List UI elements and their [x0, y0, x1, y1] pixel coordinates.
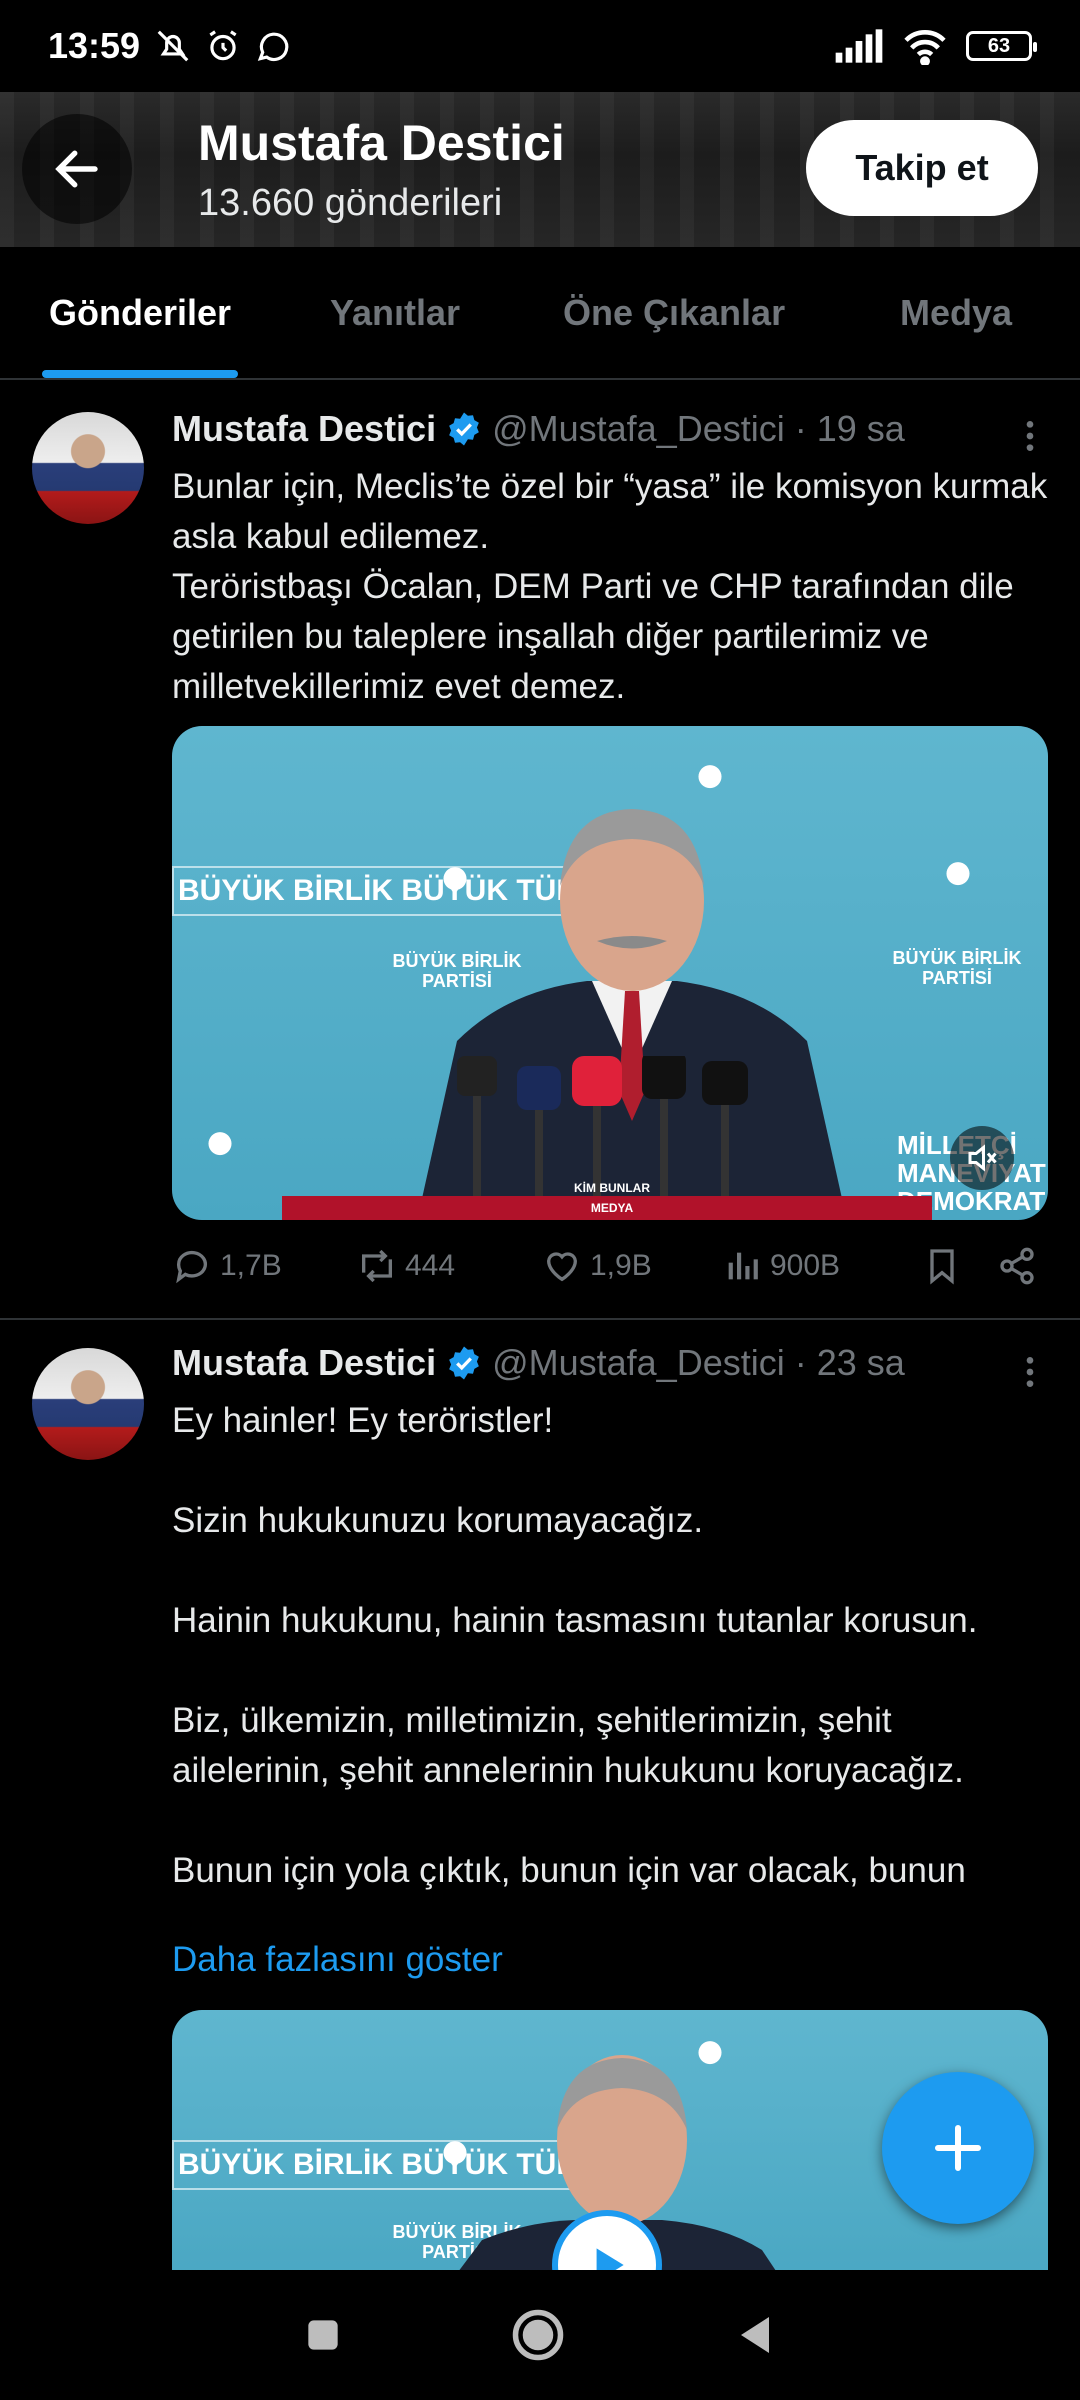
podium-label: KİM BUNLAR MEDYA — [574, 1181, 650, 1215]
wifi-icon — [904, 30, 946, 65]
reply-count: 1,7B — [220, 1249, 282, 1282]
heart-icon — [546, 1252, 578, 1282]
author-handle[interactable]: @Mustafa_Destici — [492, 408, 785, 450]
like-count: 1,9B — [590, 1249, 652, 1282]
avatar[interactable] — [32, 1348, 144, 1460]
mute-video-button[interactable] — [950, 1126, 1014, 1190]
author-handle[interactable]: @Mustafa_Destici — [492, 1342, 785, 1384]
repost-count: 444 — [405, 1249, 456, 1282]
battery-icon: 63 — [966, 31, 1037, 61]
tweet-time: · 19 sa — [794, 408, 905, 449]
profile-header: Mustafa Destici 13.660 gönderileri Takip… — [0, 92, 1080, 247]
bookmark-button[interactable] — [922, 1246, 997, 1286]
reply-button[interactable]: 1,7B — [172, 1246, 357, 1286]
verified-badge-icon — [449, 412, 479, 446]
tab-replies-label: Yanıtlar — [330, 291, 461, 333]
profile-tabs: Gönderiler Yanıtlar Öne Çıkanlar Medya — [0, 247, 1080, 380]
tab-posts-label: Gönderiler — [48, 291, 232, 333]
tab-media[interactable]: Medya — [900, 247, 1012, 378]
home-icon[interactable] — [508, 2305, 568, 2365]
follow-button[interactable]: Takip et — [806, 120, 1038, 216]
active-tab-indicator — [42, 370, 238, 378]
compose-post-button[interactable] — [882, 2072, 1034, 2224]
tweet-header: Mustafa Destici @Mustafa_Destici · 23 sa — [172, 1342, 905, 1384]
like-button[interactable]: 1,9B — [542, 1246, 722, 1286]
party-logo-icon — [191, 1132, 249, 1179]
views-button[interactable]: 900B — [722, 1246, 922, 1286]
tweet-header: Mustafa Destici @Mustafa_Destici · 19 sa — [172, 408, 905, 450]
tab-media-label: Medya — [900, 291, 1013, 333]
recents-icon[interactable] — [301, 2313, 345, 2357]
tab-posts[interactable]: Gönderiler — [42, 247, 238, 378]
show-more-link[interactable]: Daha fazlasını göster — [172, 1940, 503, 1980]
share-button[interactable] — [997, 1246, 1037, 1286]
tab-highlights[interactable]: Öne Çıkanlar — [563, 247, 785, 378]
tweet[interactable]: Mustafa Destici @Mustafa_Destici · 19 sa… — [0, 380, 1080, 1318]
reply-icon — [176, 1250, 207, 1284]
post-count: 13.660 gönderileri — [198, 182, 503, 224]
tweet-text: Ey hainler! Ey teröristler! Sizin hukuku… — [172, 1401, 978, 1890]
battery-level: 63 — [987, 34, 1011, 57]
volume-mute-icon — [968, 1144, 997, 1172]
arrow-left-icon — [55, 150, 98, 188]
back-button[interactable] — [22, 114, 132, 224]
repost-icon — [362, 1249, 392, 1283]
more-options-icon[interactable] — [1010, 1352, 1050, 1392]
status-time: 13:59 — [48, 25, 141, 66]
tab-highlights-label: Öne Çıkanlar — [563, 291, 786, 333]
views-chart-icon — [728, 1252, 758, 1280]
tweet-text: Bunlar için, Meclis’te özel bir “yasa” i… — [172, 467, 1048, 706]
tab-replies[interactable]: Yanıtlar — [330, 247, 460, 378]
tweet-time: · 23 sa — [794, 1342, 905, 1383]
signal-icon — [835, 29, 883, 63]
party-logo-icon — [929, 862, 987, 909]
tweet-actions: 1,7B 444 1,9B 900B — [172, 1246, 1042, 1286]
view-count: 900B — [770, 1249, 841, 1282]
repost-button[interactable]: 444 — [357, 1246, 542, 1286]
share-icon — [1000, 1247, 1034, 1285]
more-options-icon[interactable] — [1010, 416, 1050, 456]
avatar[interactable] — [32, 412, 144, 524]
bookmark-icon — [930, 1249, 954, 1285]
status-bar: 13:59 63 — [0, 0, 1080, 92]
party-logo-text: BÜYÜK BİRLİK PARTİSİ — [892, 948, 1022, 988]
profile-name: Mustafa Destici — [198, 115, 565, 171]
author-name[interactable]: Mustafa Destici — [172, 1342, 436, 1384]
back-nav-icon[interactable] — [731, 2311, 779, 2359]
author-name[interactable]: Mustafa Destici — [172, 408, 436, 450]
alarm-icon — [209, 30, 237, 61]
system-navigation-bar — [0, 2270, 1080, 2400]
mute-icon — [157, 30, 189, 62]
whatsapp-icon — [257, 32, 289, 62]
plus-icon — [935, 2125, 981, 2171]
verified-badge-icon — [449, 1346, 479, 1380]
tweet-video[interactable]: BÜYÜK BİRLİK BÜYÜK TÜRKİYE BÜYÜK BİRLİK … — [172, 726, 1048, 1220]
